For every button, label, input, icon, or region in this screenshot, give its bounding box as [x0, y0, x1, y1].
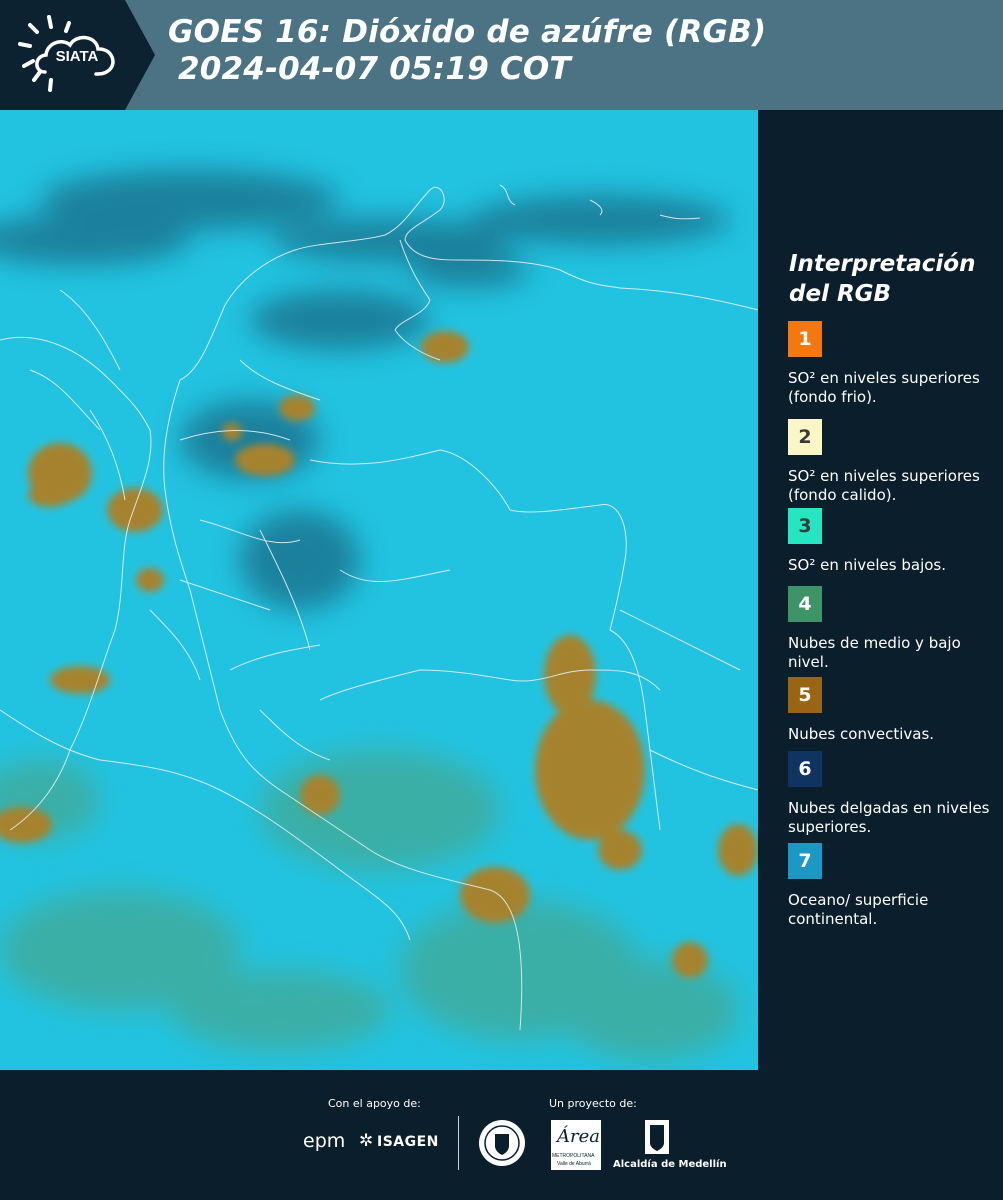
isagen-logo: ISAGEN: [377, 1134, 439, 1150]
legend-swatch: 6: [788, 751, 822, 787]
header-bar: SIATA GOES 16: Dióxido de azúfre (RGB) 2…: [0, 0, 1003, 110]
legend-swatch: 2: [788, 419, 822, 455]
legend-item: 4 Nubes de medio y bajo nivel.: [788, 586, 993, 672]
title-timestamp: 2024-04-07 05:19 COT: [178, 51, 571, 87]
isagen-icon: ✲: [359, 1131, 374, 1151]
alcaldia-crest-icon: [645, 1120, 669, 1154]
area-metropolitana-logo: Área METROPOLITANA Valle de Aburrá: [551, 1120, 601, 1170]
legend-swatch: 3: [788, 508, 822, 544]
legend-item: 2 SO² en niveles superiores (fondo calid…: [788, 419, 993, 505]
legend-label: Nubes convectivas.: [788, 725, 935, 743]
legend-label: Nubes de medio y bajo nivel.: [788, 634, 961, 671]
support-caption: Con el apoyo de:: [328, 1097, 421, 1110]
legend-swatch: 1: [788, 321, 822, 357]
legend-item: 3 SO² en niveles bajos.: [788, 508, 993, 575]
legend-label: SO² en niveles superiores (fondo frio).: [788, 369, 980, 406]
logo-text: SIATA: [56, 48, 99, 65]
legend-label: Oceano/ superficie continental.: [788, 891, 929, 928]
legend-item: 5 Nubes convectivas.: [788, 677, 993, 744]
title-product: GOES 16: Dióxido de azúfre (RGB): [168, 14, 767, 50]
satellite-map[interactable]: [0, 110, 758, 1070]
sponsor-footer: Con el apoyo de: Un proyecto de: epm ✲ I…: [0, 1070, 1003, 1200]
project-caption: Un proyecto de:: [549, 1097, 637, 1110]
legend-swatch: 5: [788, 677, 822, 713]
epm-logo: epm: [303, 1130, 346, 1152]
legend-label: SO² en niveles bajos.: [788, 556, 947, 574]
legend-title: Interpretación del RGB: [789, 251, 976, 307]
legend-label: SO² en niveles superiores (fondo calido)…: [788, 467, 980, 504]
legend-swatch: 7: [788, 843, 822, 879]
legend-item: 7 Oceano/ superficie continental.: [788, 843, 993, 929]
alcaldia-label: Alcaldía de Medellín: [613, 1159, 727, 1170]
legend-label: Nubes delgadas en niveles superiores.: [788, 799, 990, 836]
medellin-seal-icon: [479, 1120, 525, 1166]
legend-item: 1 SO² en niveles superiores (fondo frio)…: [788, 321, 993, 407]
footer-divider: [458, 1116, 459, 1170]
legend-panel: Interpretación del RGB 1 SO² en niveles …: [758, 110, 1003, 1070]
page-title: GOES 16: Dióxido de azúfre (RGB) 2024-04…: [168, 14, 766, 88]
legend-item: 6 Nubes delgadas en niveles superiores.: [788, 751, 993, 837]
siata-logo: SIATA: [0, 0, 155, 110]
legend-swatch: 4: [788, 586, 822, 622]
